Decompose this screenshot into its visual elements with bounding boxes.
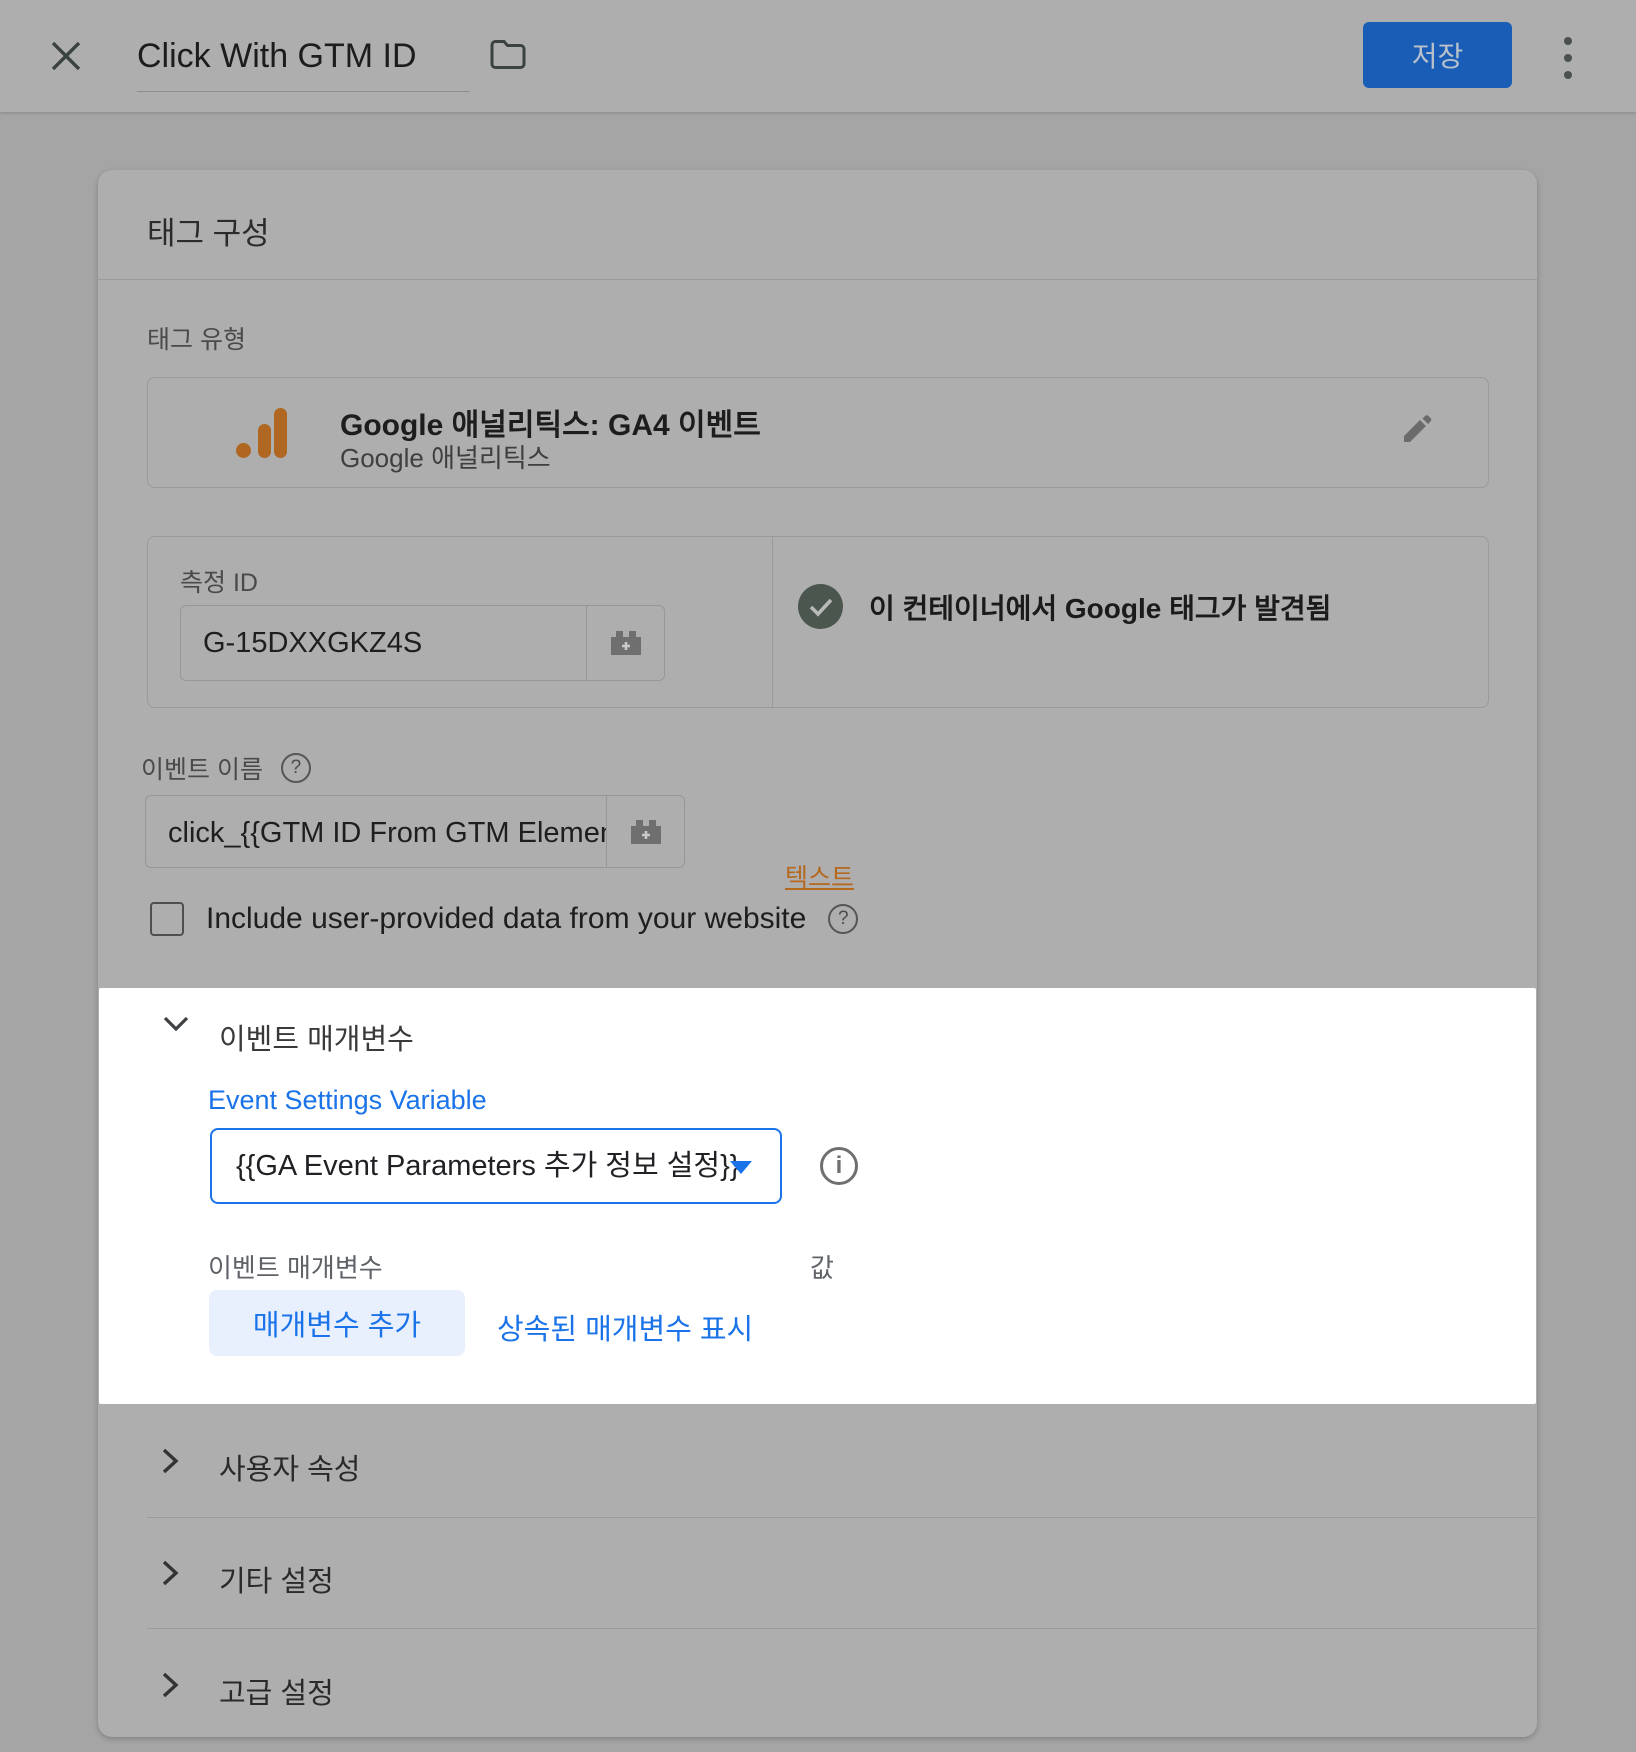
- overflow-menu-button[interactable]: [1556, 34, 1580, 82]
- check-icon: [798, 584, 843, 629]
- vertical-divider: [772, 537, 773, 707]
- measurement-id-label: 측정 ID: [180, 563, 258, 599]
- event-name-input[interactable]: click_{{GTM ID From GTM Elemen: [146, 796, 606, 867]
- variable-brick-icon: [626, 815, 666, 849]
- user-data-checkbox[interactable]: [150, 902, 184, 936]
- tag-type-label: 태그 유형: [147, 320, 246, 356]
- tag-type-subtitle: Google 애널리틱스: [340, 438, 551, 475]
- measurement-id-input-group: G-15DXXGKZ4S: [180, 605, 665, 681]
- save-button-label: 저장: [1412, 35, 1464, 75]
- event-settings-variable-select[interactable]: {{GA Event Parameters 추가 정보 설정}}: [210, 1128, 782, 1204]
- add-parameter-label: 매개변수 추가: [253, 1310, 421, 1342]
- close-button[interactable]: [44, 34, 88, 78]
- esv-selected-value: {{GA Event Parameters 추가 정보 설정}}: [236, 1130, 739, 1202]
- pencil-icon: [1396, 410, 1436, 450]
- tag-type-box[interactable]: Google 애널리틱스: GA4 이벤트 Google 애널리틱스: [147, 377, 1489, 488]
- google-tag-status: 이 컨테이너에서 Google 태그가 발견됨: [798, 584, 1331, 629]
- dropdown-caret-icon: [730, 1161, 752, 1174]
- chevron-down-icon: [161, 1014, 191, 1034]
- help-icon[interactable]: ?: [281, 753, 311, 783]
- text-toggle-link[interactable]: 텍스트: [785, 858, 854, 894]
- user-data-label: Include user-provided data from your web…: [206, 902, 806, 936]
- card-header: 태그 구성: [98, 170, 1537, 280]
- event-parameters-section: 이벤트 매개변수 Event Settings Variable {{GA Ev…: [99, 988, 1536, 1404]
- event-parameters-title: 이벤트 매개변수: [219, 1016, 414, 1058]
- info-icon[interactable]: i: [820, 1147, 858, 1185]
- measurement-id-input[interactable]: G-15DXXGKZ4S: [181, 606, 586, 680]
- show-inherited-parameters-link[interactable]: 상속된 매개변수 표시: [497, 1306, 753, 1348]
- user-data-row: Include user-provided data from your web…: [150, 902, 858, 936]
- event-name-input-group: click_{{GTM ID From GTM Elemen: [145, 795, 685, 868]
- variable-brick-icon: [606, 626, 646, 660]
- kebab-icon: [1564, 37, 1572, 45]
- help-icon[interactable]: ?: [828, 904, 858, 934]
- section-advanced-settings[interactable]: 고급 설정: [98, 1628, 1537, 1740]
- card-title: 태그 구성: [147, 208, 270, 253]
- esv-label: Event Settings Variable: [208, 1085, 487, 1116]
- param-column-label: 이벤트 매개변수: [208, 1248, 383, 1285]
- event-parameters-header[interactable]: 이벤트 매개변수: [99, 988, 1536, 1054]
- value-column-label: 값: [810, 1248, 834, 1285]
- section-label: 기타 설정: [219, 1558, 334, 1600]
- google-analytics-icon: [236, 408, 288, 458]
- chevron-right-icon: [160, 1558, 180, 1588]
- insert-variable-button[interactable]: [586, 606, 664, 680]
- top-bar: Click With GTM ID 저장: [0, 0, 1636, 112]
- event-name-label: 이벤트 이름: [141, 750, 263, 786]
- section-other-settings[interactable]: 기타 설정: [98, 1516, 1537, 1628]
- close-icon: [49, 39, 83, 73]
- measurement-id-section: 측정 ID G-15DXXGKZ4S 이 컨테이너에서 Google 태그가 발…: [147, 536, 1489, 708]
- chevron-right-icon: [160, 1446, 180, 1476]
- section-label: 사용자 속성: [219, 1446, 360, 1488]
- section-user-properties[interactable]: 사용자 속성: [98, 1404, 1537, 1516]
- insert-variable-button[interactable]: [606, 796, 684, 867]
- save-button[interactable]: 저장: [1363, 22, 1512, 88]
- tag-title: Click With GTM ID: [137, 37, 417, 75]
- event-name-label-row: 이벤트 이름 ?: [141, 750, 311, 786]
- section-label: 고급 설정: [219, 1670, 334, 1712]
- folder-icon[interactable]: [488, 36, 528, 72]
- add-parameter-button[interactable]: 매개변수 추가: [209, 1290, 465, 1356]
- tag-configuration-card: 태그 구성 태그 유형 Google 애널리틱스: GA4 이벤트 Google…: [98, 170, 1537, 1737]
- edit-tag-type-button[interactable]: [1396, 410, 1440, 454]
- tag-name-field[interactable]: Click With GTM ID: [137, 26, 470, 92]
- google-tag-status-text: 이 컨테이너에서 Google 태그가 발견됨: [869, 587, 1331, 627]
- gtm-tag-editor: Click With GTM ID 저장 태그 구성 태그 유형 Google …: [0, 0, 1636, 1752]
- chevron-right-icon: [160, 1670, 180, 1700]
